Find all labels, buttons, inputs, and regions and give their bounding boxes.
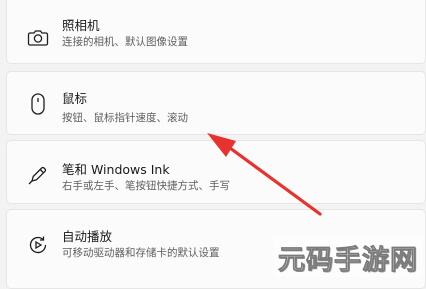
camera-icon (25, 25, 51, 51)
settings-item-title: 笔和 Windows Ink (62, 162, 170, 177)
settings-item-title: 鼠标 (62, 91, 88, 106)
settings-item-description: 可移动驱动器和存储卡的默认设置 (62, 247, 220, 259)
watermark: 元码手游网 (274, 237, 422, 277)
settings-item-title: 自动播放 (62, 229, 113, 244)
settings-item-description: 右手或左手、笔按钮快捷方式、手写 (62, 180, 230, 192)
autoplay-icon (25, 232, 51, 258)
settings-item-mouse[interactable]: 鼠标 按钮、鼠标指针速度、滚动 (6, 71, 426, 135)
settings-item-camera[interactable]: 照相机 连接的相机、默认图像设置 (6, 0, 426, 64)
watermark-text: 元码手游网 (278, 244, 418, 276)
settings-item-description: 连接的相机、默认图像设置 (62, 36, 188, 48)
settings-item-title: 照相机 (62, 18, 100, 33)
pen-icon (25, 162, 51, 188)
settings-item-pen[interactable]: 笔和 Windows Ink 右手或左手、笔按钮快捷方式、手写 (6, 140, 426, 204)
mouse-icon (25, 91, 51, 117)
settings-item-description: 按钮、鼠标指针速度、滚动 (62, 112, 188, 124)
